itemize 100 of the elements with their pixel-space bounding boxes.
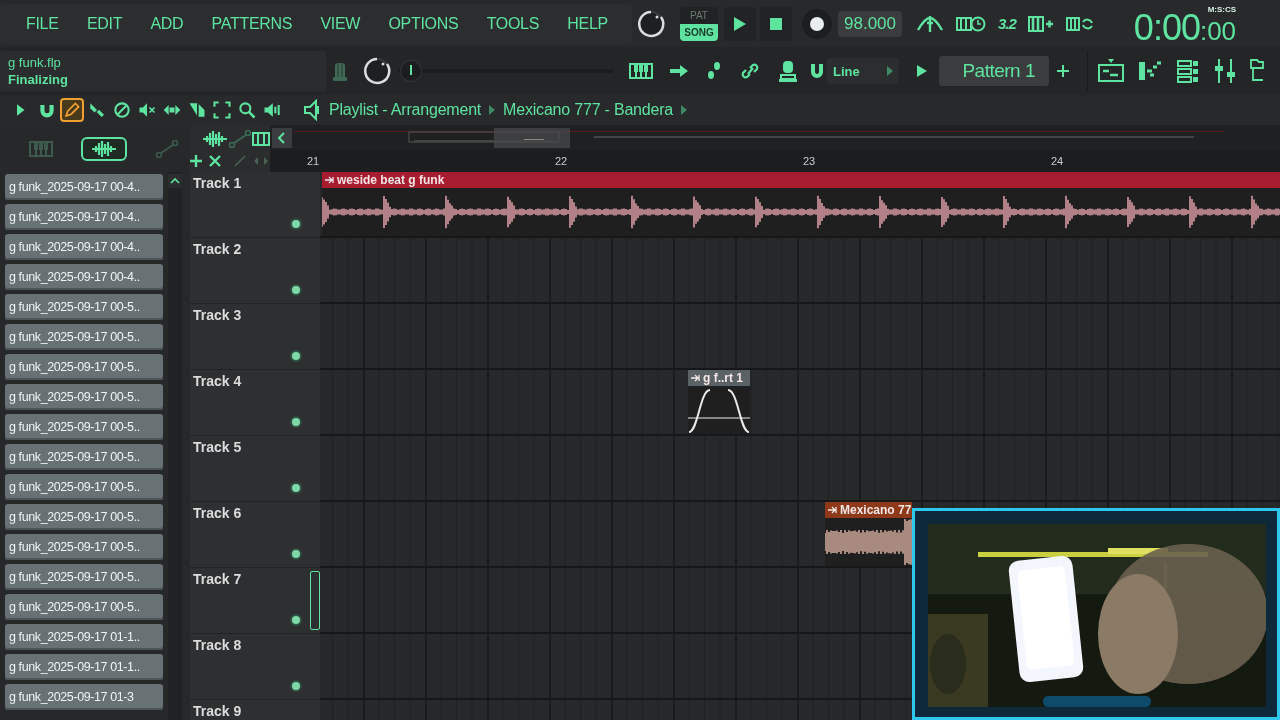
chevron-right-icon xyxy=(887,66,893,76)
track-led[interactable] xyxy=(290,680,302,692)
browser-file[interactable]: g funk_2025-09-17 00-5.. xyxy=(5,504,163,530)
browser-icon[interactable] xyxy=(1250,58,1264,84)
track-name[interactable]: Track 1 xyxy=(190,172,310,191)
browser-file[interactable]: g funk_2025-09-17 00-5.. xyxy=(5,534,163,560)
menu-item[interactable]: EDIT xyxy=(86,14,123,33)
clip-arrow-icon xyxy=(325,176,334,184)
menu-item[interactable]: OPTIONS xyxy=(388,14,459,33)
close-icon[interactable] xyxy=(209,154,221,167)
track-name[interactable]: Track 5 xyxy=(190,436,310,455)
stamp-icon[interactable] xyxy=(777,59,799,83)
chevron-right-icon xyxy=(681,105,688,115)
browser-file[interactable]: g funk_2025-09-17 00-4.. xyxy=(5,234,163,260)
browser-file[interactable]: g funk_2025-09-17 00-4.. xyxy=(5,264,163,290)
menu-item[interactable]: VIEW xyxy=(320,14,361,33)
browser-file[interactable]: g funk_2025-09-17 00-5.. xyxy=(5,324,163,350)
menu-item[interactable]: HELP xyxy=(567,14,608,33)
browser-file[interactable]: g funk_2025-09-17 00-5.. xyxy=(5,474,163,500)
browser-file[interactable]: g funk_2025-09-17 00-4.. xyxy=(5,174,163,200)
browser-file[interactable]: g funk_2025-09-17 01-1.. xyxy=(5,624,163,650)
metronome-icon[interactable] xyxy=(916,13,944,34)
chevron-right-icon xyxy=(489,105,496,115)
hint-message: Finalizing xyxy=(8,71,69,88)
time-centiseconds: :00 xyxy=(1199,15,1237,46)
step-sequencer-icon[interactable] xyxy=(629,62,653,80)
clip-title: g f..rt 1 xyxy=(703,371,743,385)
step-readout[interactable]: 3.2 xyxy=(998,15,1016,32)
play-button[interactable] xyxy=(724,6,756,41)
automation-curve xyxy=(688,386,750,434)
track-name[interactable]: Track 2 xyxy=(190,238,310,257)
link-icon[interactable] xyxy=(739,61,761,81)
scroll-left-button[interactable] xyxy=(272,127,292,148)
clip-arrow-icon xyxy=(828,506,837,514)
pattern-selector[interactable]: Pattern 1 xyxy=(939,56,1049,86)
browser-file[interactable]: g funk_2025-09-17 01-1.. xyxy=(5,654,163,680)
piano-roll-icon[interactable] xyxy=(1138,59,1162,83)
chevron-left-icon[interactable] xyxy=(277,131,287,144)
browser-file[interactable]: g funk_2025-09-17 00-5.. xyxy=(5,294,163,320)
record-button[interactable] xyxy=(802,8,832,39)
menu-item[interactable]: TOOLS xyxy=(486,14,540,33)
hint-title: g funk.flp xyxy=(8,54,62,71)
menu-item[interactable]: FILE xyxy=(26,14,59,33)
track-name[interactable]: Track 6 xyxy=(190,502,310,521)
time-format-label[interactable]: M:S:CS xyxy=(1207,4,1237,14)
clip-title: Mexicano 77 xyxy=(840,503,912,517)
piano-plus-icon[interactable] xyxy=(1027,13,1054,34)
stop-icon[interactable] xyxy=(769,16,783,31)
mode-toggle[interactable]: PAT xyxy=(680,6,718,24)
track-led[interactable] xyxy=(290,548,302,560)
clip-title: weside beat g funk xyxy=(337,173,445,187)
waveform-icon[interactable] xyxy=(202,130,228,149)
track-led[interactable] xyxy=(290,218,302,230)
volume-knob[interactable] xyxy=(636,8,666,39)
track-led[interactable] xyxy=(290,284,302,296)
play-icon[interactable] xyxy=(917,65,927,77)
time-display: 0:00 xyxy=(1133,9,1200,46)
browser-file[interactable]: g funk_2025-09-17 00-4.. xyxy=(5,204,163,230)
waveform-icon[interactable] xyxy=(91,139,117,158)
track-led[interactable] xyxy=(290,416,302,428)
track-name[interactable]: Track 9 xyxy=(190,700,310,719)
browser-file[interactable]: g funk_2025-09-17 00-5.. xyxy=(5,414,163,440)
track-led[interactable] xyxy=(290,482,302,494)
mode-toggle[interactable]: SONG xyxy=(680,23,718,41)
menu-item[interactable]: PATTERNS xyxy=(211,14,293,33)
stop-button[interactable] xyxy=(760,6,792,41)
track-led[interactable] xyxy=(290,614,302,626)
playlist-icon[interactable] xyxy=(1098,59,1124,83)
channel-rack-icon[interactable] xyxy=(1176,59,1200,83)
snap-dropdown[interactable]: Line xyxy=(827,58,899,84)
track-name[interactable]: Track 3 xyxy=(190,304,310,323)
bar-number: 21 xyxy=(307,155,321,167)
magnet-icon[interactable] xyxy=(809,62,825,80)
browser-file[interactable]: g funk_2025-09-17 00-5.. xyxy=(5,594,163,620)
track-name[interactable]: Track 4 xyxy=(190,370,310,389)
plus-icon[interactable] xyxy=(1057,65,1069,77)
slider-thumb[interactable] xyxy=(400,61,421,81)
track-name[interactable]: Track 7 xyxy=(190,568,310,587)
clip-arrow-icon xyxy=(691,374,700,382)
play-icon[interactable] xyxy=(733,15,747,32)
browser-file[interactable]: g funk_2025-09-17 00-5.. xyxy=(5,564,163,590)
browser-file[interactable]: g funk_2025-09-17 00-5.. xyxy=(5,384,163,410)
arrow-right-icon[interactable] xyxy=(669,63,689,79)
menu-item[interactable]: ADD xyxy=(150,14,184,33)
pitch-knob[interactable] xyxy=(362,56,392,86)
plus-icon[interactable] xyxy=(190,154,202,167)
breadcrumb-link[interactable]: Mexicano 777 - Bandera xyxy=(503,101,674,119)
track-name[interactable]: Track 8 xyxy=(190,634,310,653)
scroll-up-icon[interactable] xyxy=(168,174,182,188)
mixer-icon[interactable] xyxy=(1214,58,1236,84)
bar-number: 22 xyxy=(555,155,569,167)
footsteps-icon[interactable] xyxy=(705,61,723,81)
record-icon[interactable] xyxy=(808,14,826,33)
browser-file[interactable]: g funk_2025-09-17 01-3 xyxy=(5,684,163,710)
audio-filter[interactable] xyxy=(81,136,127,161)
browser-file[interactable]: g funk_2025-09-17 00-5.. xyxy=(5,444,163,470)
browser-file[interactable]: g funk_2025-09-17 00-5.. xyxy=(5,354,163,380)
tempo-field[interactable]: 98.000 xyxy=(838,10,902,37)
breadcrumb-link[interactable]: Playlist - Arrangement xyxy=(329,101,482,119)
track-led[interactable] xyxy=(290,350,302,362)
